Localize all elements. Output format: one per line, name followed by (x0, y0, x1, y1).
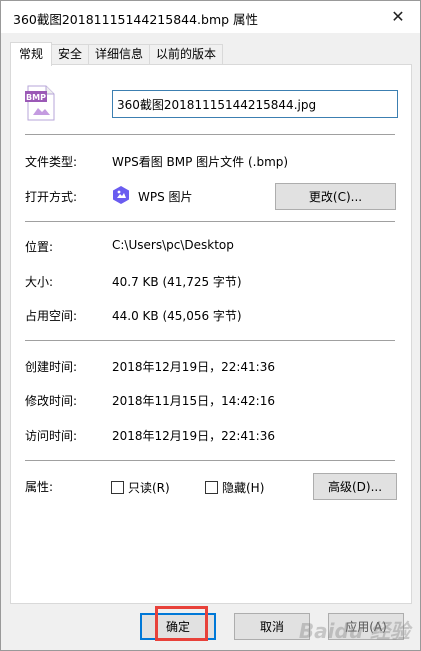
file-type-value: WPS看图 BMP 图片文件 (.bmp) (112, 155, 289, 169)
accessed-label: 访问时间: (25, 429, 78, 443)
cancel-button[interactable]: 取消 (234, 613, 310, 640)
general-panel: BMP 文件类型: WPS看图 BMP 图片文件 (.bmp) 打开方式: WP… (10, 64, 412, 604)
wps-picture-icon (112, 185, 130, 205)
apply-button[interactable]: 应用(A) (328, 613, 404, 640)
location-label: 位置: (25, 240, 54, 254)
accessed-value: 2018年12月19日，22:41:36 (112, 429, 275, 443)
separator (25, 340, 395, 341)
disk-size-value: 44.0 KB (45,056 字节) (112, 309, 242, 323)
readonly-checkbox[interactable]: 只读(R) (111, 479, 170, 496)
size-value: 40.7 KB (41,725 字节) (112, 275, 242, 289)
open-with-label: 打开方式: (25, 190, 78, 204)
modified-label: 修改时间: (25, 394, 78, 408)
tab-details[interactable]: 详细信息 (88, 44, 151, 65)
disk-size-label: 占用空间: (25, 309, 78, 323)
separator (25, 460, 395, 461)
window-title: 360截图20181115144215844.bmp 属性 (13, 12, 259, 27)
open-with-app: WPS 图片 (138, 190, 193, 204)
tab-strip: 常规 安全 详细信息 以前的版本 (10, 42, 224, 66)
bmp-file-icon: BMP (24, 85, 56, 121)
readonly-label: 只读(R) (128, 481, 170, 495)
size-label: 大小: (25, 275, 54, 289)
created-value: 2018年12月19日，22:41:36 (112, 360, 275, 374)
change-button[interactable]: 更改(C)... (275, 183, 396, 210)
close-icon[interactable]: ✕ (376, 1, 420, 32)
attributes-label: 属性: (25, 480, 54, 494)
tab-general[interactable]: 常规 (10, 42, 53, 66)
readonly-checkbox-box[interactable] (111, 481, 124, 494)
hidden-checkbox-box[interactable] (205, 481, 218, 494)
hidden-checkbox[interactable]: 隐藏(H) (205, 479, 264, 496)
advanced-button[interactable]: 高级(D)... (313, 473, 397, 500)
separator (25, 134, 395, 135)
modified-value: 2018年11月15日，14:42:16 (112, 394, 275, 408)
hidden-label: 隐藏(H) (222, 481, 265, 495)
tab-previous-versions[interactable]: 以前的版本 (149, 44, 224, 65)
tab-security[interactable]: 安全 (51, 44, 90, 65)
created-label: 创建时间: (25, 360, 78, 374)
location-value: C:\Users\pc\Desktop (112, 238, 234, 252)
svg-text:BMP: BMP (26, 93, 46, 102)
ok-button[interactable]: 确定 (140, 613, 216, 640)
title-bar: 360截图20181115144215844.bmp 属性 ✕ (1, 1, 420, 33)
separator (25, 221, 395, 222)
file-type-label: 文件类型: (25, 155, 78, 169)
properties-dialog: 360截图20181115144215844.bmp 属性 ✕ 常规 安全 详细… (0, 0, 421, 651)
file-name-input[interactable] (112, 90, 398, 118)
